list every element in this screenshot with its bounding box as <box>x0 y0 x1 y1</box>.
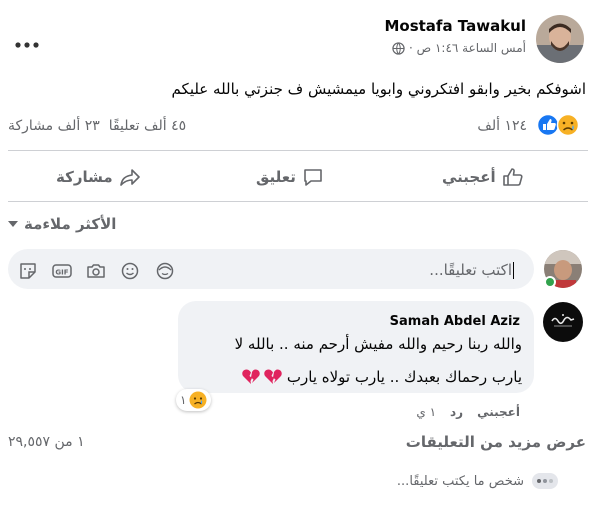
like-button[interactable]: أعجبني <box>442 163 524 191</box>
svg-text:GIF: GIF <box>55 269 68 277</box>
engagement-counts: ٤٥ ألف تعليقًا ٢٣ ألف مشاركة <box>8 118 186 134</box>
globe-icon <box>392 41 405 55</box>
comment-author[interactable]: Samah Abdel Aziz <box>390 314 520 329</box>
shares-count[interactable]: ٢٣ ألف مشاركة <box>8 118 100 134</box>
author-avatar[interactable] <box>536 15 584 63</box>
broken-heart-icon <box>263 368 283 386</box>
broken-heart-icon <box>241 368 261 386</box>
typing-text: شخص ما يكتب تعليقًا... <box>396 473 524 489</box>
comment-reaction-count: ١ <box>180 393 187 407</box>
comment-input[interactable]: اكتب تعليقًا... <box>429 262 514 279</box>
sticker-icon[interactable] <box>18 262 38 280</box>
avatar-sticker-icon[interactable] <box>155 262 175 280</box>
comment-like-link[interactable]: أعجبني <box>477 405 520 419</box>
reaction-icons[interactable] <box>536 113 586 137</box>
sort-label: الأكثر ملاءمة <box>24 215 117 233</box>
share-icon <box>119 167 141 187</box>
post-menu-icon[interactable] <box>14 34 40 48</box>
comment-actions: أعجبني رد ١ ي <box>416 403 520 421</box>
post-time[interactable]: أمس الساعة ١:٤٦ ص · <box>409 41 526 55</box>
view-more-comments-link[interactable]: عرض مزيد من التعليقات <box>406 433 586 451</box>
divider <box>8 201 588 202</box>
typing-dots-icon <box>532 473 558 489</box>
divider <box>8 150 588 151</box>
comment-sort-dropdown[interactable]: الأكثر ملاءمة <box>8 214 116 234</box>
comment-text-line2: يارب رحماك بعبدك .. يارب تولاه يارب <box>241 368 522 386</box>
comment-icon <box>302 167 324 187</box>
commenter-avatar[interactable] <box>543 302 583 342</box>
share-label: مشاركة <box>56 168 113 186</box>
reactions-count[interactable]: ١٢٤ ألف <box>477 118 527 134</box>
comment-button[interactable]: تعليق <box>256 163 324 191</box>
sad-reaction-icon <box>189 391 207 409</box>
like-icon <box>502 167 524 187</box>
comments-count[interactable]: ٤٥ ألف تعليقًا <box>109 118 186 134</box>
comment-text: يارب رحماك بعبدك .. يارب تولاه يارب <box>286 368 522 386</box>
online-indicator <box>544 276 556 288</box>
gif-icon[interactable]: GIF <box>52 262 72 280</box>
emoji-icon[interactable] <box>120 262 140 280</box>
post-meta: أمس الساعة ١:٤٦ ص · <box>392 40 526 56</box>
share-button[interactable]: مشاركة <box>56 163 141 191</box>
comments-pagination: ١ من ٢٩,٥٥٧ <box>8 434 85 450</box>
typing-indicator: شخص ما يكتب تعليقًا... <box>397 472 558 490</box>
comment-reaction-pill[interactable]: ١ <box>176 389 212 411</box>
comment-reply-link[interactable]: رد <box>450 405 463 419</box>
author-name[interactable]: Mostafa Tawakul <box>384 17 526 35</box>
comment-text-line1: والله ربنا رحيم والله مفيش أرحم منه .. ب… <box>234 335 522 353</box>
like-label: أعجبني <box>442 168 496 186</box>
comment-time[interactable]: ١ ي <box>416 405 436 419</box>
caret-down-icon <box>8 220 18 228</box>
comment-label: تعليق <box>256 168 296 186</box>
camera-icon[interactable] <box>86 262 106 280</box>
post-text: اشوفكم بخير وابقو افتكروني وابويا ميمشيش… <box>171 80 586 98</box>
composer-avatar <box>544 250 582 288</box>
